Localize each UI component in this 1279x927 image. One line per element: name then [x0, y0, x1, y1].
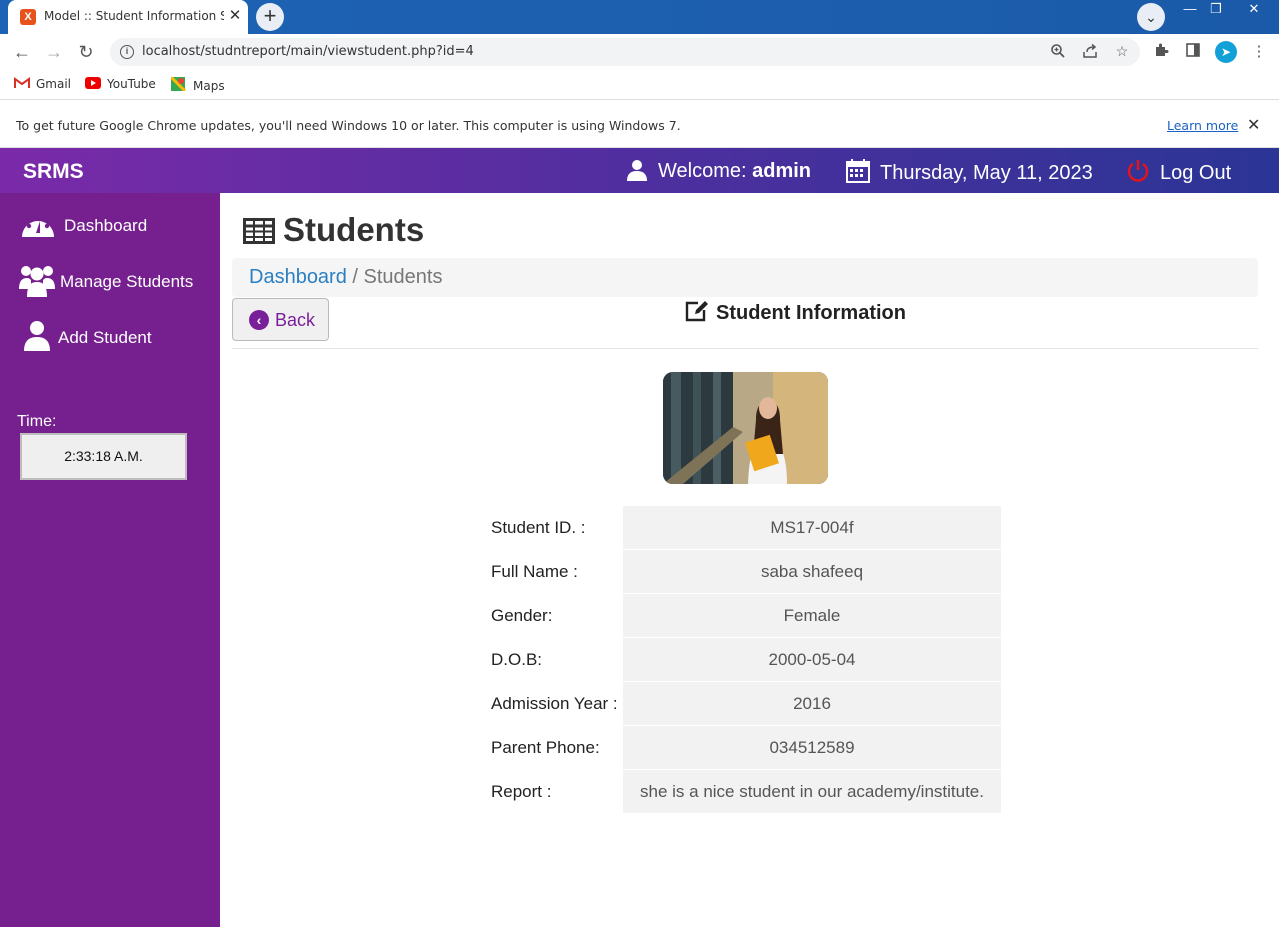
- sidebar-item-manage-students[interactable]: Manage Students: [18, 263, 193, 302]
- clock-display: 2:33:18 A.M.: [20, 433, 187, 480]
- field-value: 034512589: [623, 726, 1001, 769]
- field-label: Gender:: [491, 606, 553, 625]
- table-icon: [243, 214, 275, 252]
- address-bar-row: ← → ↻ i localhost/studntreport/main/view…: [0, 34, 1279, 70]
- sidebar: Dashboard Manage Students Add Student Ti…: [0, 193, 220, 927]
- infobar-message: To get future Google Chrome updates, you…: [16, 118, 681, 133]
- user-icon: [626, 159, 648, 187]
- field-value: she is a nice student in our academy/ins…: [623, 770, 1001, 813]
- users-group-icon: [18, 263, 56, 302]
- field-label: Student ID. :: [491, 518, 586, 537]
- time-label: Time:: [17, 413, 57, 430]
- bookmark-gmail[interactable]: Gmail: [14, 77, 71, 91]
- field-value: MS17-004f: [623, 506, 1001, 549]
- chrome-menu-icon[interactable]: ⋮: [1248, 42, 1270, 62]
- field-label: Report :: [491, 782, 552, 801]
- profile-avatar-icon[interactable]: ➤: [1215, 41, 1237, 63]
- calendar-icon: [846, 159, 870, 189]
- student-photo: [663, 372, 828, 484]
- field-label: D.O.B:: [491, 650, 543, 669]
- sidebar-item-dashboard[interactable]: Dashboard: [20, 209, 147, 244]
- breadcrumb-separator: /: [346, 266, 364, 288]
- field-label: Admission Year :: [491, 694, 618, 713]
- url-text[interactable]: localhost/studntreport/main/viewstudent.…: [142, 44, 474, 59]
- tab-search-button[interactable]: ⌄: [1137, 3, 1165, 31]
- welcome-user: Welcome: admin: [626, 159, 811, 187]
- side-panel-icon[interactable]: [1182, 42, 1204, 62]
- dashboard-gauge-icon: [20, 209, 56, 244]
- info-row-gender: Gender: Female: [485, 594, 1001, 638]
- tab-title: Model :: Student Information Sys: [44, 9, 224, 23]
- close-window-icon[interactable]: ✕: [1238, 0, 1270, 18]
- info-row-full-name: Full Name : saba shafeeq: [485, 550, 1001, 594]
- app-header: SRMS Welcome: admin Thursday, May 11, 20…: [0, 148, 1279, 193]
- breadcrumb-current: Students: [363, 266, 443, 288]
- brand-logo[interactable]: SRMS: [23, 160, 84, 184]
- restore-window-icon[interactable]: ❐: [1200, 0, 1232, 18]
- power-icon: [1126, 159, 1150, 189]
- chrome-update-infobar: To get future Google Chrome updates, you…: [0, 103, 1279, 148]
- learn-more-link[interactable]: Learn more: [1167, 118, 1238, 133]
- browser-tab[interactable]: X Model :: Student Information Sys ✕: [8, 0, 248, 34]
- back-button[interactable]: ‹ Back: [232, 298, 329, 341]
- field-value: Female: [623, 594, 1001, 637]
- youtube-icon: [85, 77, 101, 89]
- student-info-table: Student ID. : MS17-004f Full Name : saba…: [485, 506, 1001, 814]
- arrow-circle-left-icon: ‹: [249, 310, 269, 330]
- field-value: 2000-05-04: [623, 638, 1001, 681]
- infobar-close-icon[interactable]: ✕: [1247, 115, 1260, 135]
- xampp-icon: X: [20, 9, 36, 25]
- section-title: Student Information: [684, 300, 906, 328]
- info-row-dob: D.O.B: 2000-05-04: [485, 638, 1001, 682]
- breadcrumb-dashboard-link[interactable]: Dashboard: [249, 266, 347, 288]
- reload-icon[interactable]: ↻: [73, 40, 99, 64]
- close-tab-icon[interactable]: ✕: [226, 6, 244, 26]
- main-content: Students Dashboard / Students ‹ Back Stu…: [220, 193, 1279, 927]
- logout-button[interactable]: Log Out: [1126, 159, 1231, 189]
- bookmark-youtube[interactable]: YouTube: [85, 77, 156, 91]
- bookmark-maps[interactable]: Maps: [169, 75, 225, 93]
- zoom-icon[interactable]: [1048, 43, 1068, 61]
- info-row-parent-phone: Parent Phone: 034512589: [485, 726, 1001, 770]
- back-nav-icon[interactable]: ←: [9, 40, 35, 64]
- omnibox[interactable]: i localhost/studntreport/main/viewstuden…: [110, 38, 1140, 66]
- gmail-icon: [14, 77, 30, 89]
- new-tab-button[interactable]: +: [256, 3, 284, 31]
- sidebar-item-add-student[interactable]: Add Student: [24, 321, 152, 356]
- info-row-student-id: Student ID. : MS17-004f: [485, 506, 1001, 550]
- user-icon: [24, 321, 50, 356]
- extensions-icon[interactable]: [1150, 42, 1172, 62]
- site-info-icon[interactable]: i: [120, 45, 134, 59]
- info-row-admission-year: Admission Year : 2016: [485, 682, 1001, 726]
- username: admin: [752, 160, 812, 182]
- current-date: Thursday, May 11, 2023: [846, 159, 1093, 189]
- bookmarks-bar: Gmail YouTube Maps: [0, 70, 1279, 100]
- field-label: Parent Phone:: [491, 738, 600, 757]
- bookmark-star-icon[interactable]: ☆: [1112, 43, 1132, 61]
- share-icon[interactable]: [1080, 43, 1100, 61]
- breadcrumb: Dashboard / Students: [232, 258, 1258, 297]
- divider: [232, 348, 1258, 349]
- field-value: 2016: [623, 682, 1001, 725]
- info-row-report: Report : she is a nice student in our ac…: [485, 770, 1001, 814]
- page-title: Students: [243, 211, 424, 252]
- forward-nav-icon[interactable]: →: [41, 40, 67, 64]
- browser-tab-bar: X Model :: Student Information Sys ✕ + ⌄…: [0, 0, 1279, 34]
- field-label: Full Name :: [491, 562, 578, 581]
- edit-icon: [684, 300, 710, 328]
- field-value: saba shafeeq: [623, 550, 1001, 593]
- maps-icon: [169, 75, 187, 93]
